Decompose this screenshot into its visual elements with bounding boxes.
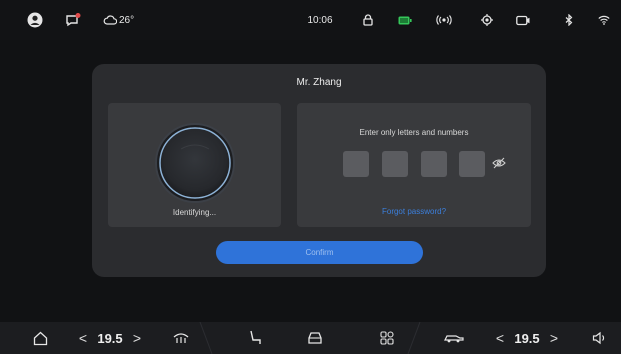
status-bar: 26° 10:06 bbox=[0, 0, 621, 40]
face-scan-ring-icon bbox=[155, 123, 235, 203]
cloud-icon bbox=[102, 10, 118, 30]
wifi-icon bbox=[597, 10, 611, 30]
face-recognition-panel: Identifying... bbox=[108, 103, 281, 227]
forgot-password-link[interactable]: Forgot password? bbox=[297, 207, 531, 216]
left-temp-decrease-button[interactable]: < bbox=[76, 322, 90, 354]
location-icon bbox=[480, 10, 494, 30]
wireless-icon bbox=[434, 10, 454, 30]
home-icon[interactable] bbox=[30, 322, 50, 354]
lock-icon bbox=[361, 10, 375, 30]
user-name: Mr. Zhang bbox=[296, 77, 342, 88]
car-side-icon[interactable] bbox=[442, 322, 466, 354]
apps-grid-icon[interactable] bbox=[377, 322, 397, 354]
left-temp-increase-button[interactable]: > bbox=[130, 322, 144, 354]
right-temperature: 19.5 bbox=[514, 330, 540, 346]
password-digit-1[interactable] bbox=[343, 151, 369, 177]
camera-icon bbox=[515, 10, 531, 30]
confirm-button[interactable]: Confirm bbox=[216, 241, 423, 264]
defrost-icon[interactable] bbox=[170, 322, 192, 354]
password-prompt: Enter only letters and numbers bbox=[359, 128, 469, 137]
chat-icon[interactable] bbox=[62, 10, 84, 30]
battery-icon bbox=[396, 10, 414, 30]
avatar-icon[interactable] bbox=[24, 10, 46, 30]
login-dialog: Mr. Zhang Identifying... Enter only lett… bbox=[92, 64, 546, 277]
clock: 10:06 bbox=[307, 14, 333, 26]
password-panel: Enter only letters and numbers Forgot pa… bbox=[297, 103, 531, 227]
password-digit-4[interactable] bbox=[459, 151, 485, 177]
bluetooth-icon bbox=[563, 10, 575, 30]
right-temp-decrease-button[interactable]: < bbox=[493, 322, 507, 354]
left-temperature: 19.5 bbox=[97, 330, 123, 346]
face-status-text: Identifying... bbox=[172, 208, 217, 217]
right-temp-increase-button[interactable]: > bbox=[547, 322, 561, 354]
seat-icon[interactable] bbox=[245, 322, 265, 354]
eye-hidden-icon[interactable] bbox=[492, 156, 506, 174]
password-digit-3[interactable] bbox=[421, 151, 447, 177]
car-icon[interactable] bbox=[305, 322, 325, 354]
weather-temperature: 26° bbox=[119, 14, 135, 26]
volume-icon[interactable] bbox=[590, 322, 610, 354]
bottom-dock: < 19.5 > < 19.5 > bbox=[0, 322, 621, 354]
password-digit-2[interactable] bbox=[382, 151, 408, 177]
